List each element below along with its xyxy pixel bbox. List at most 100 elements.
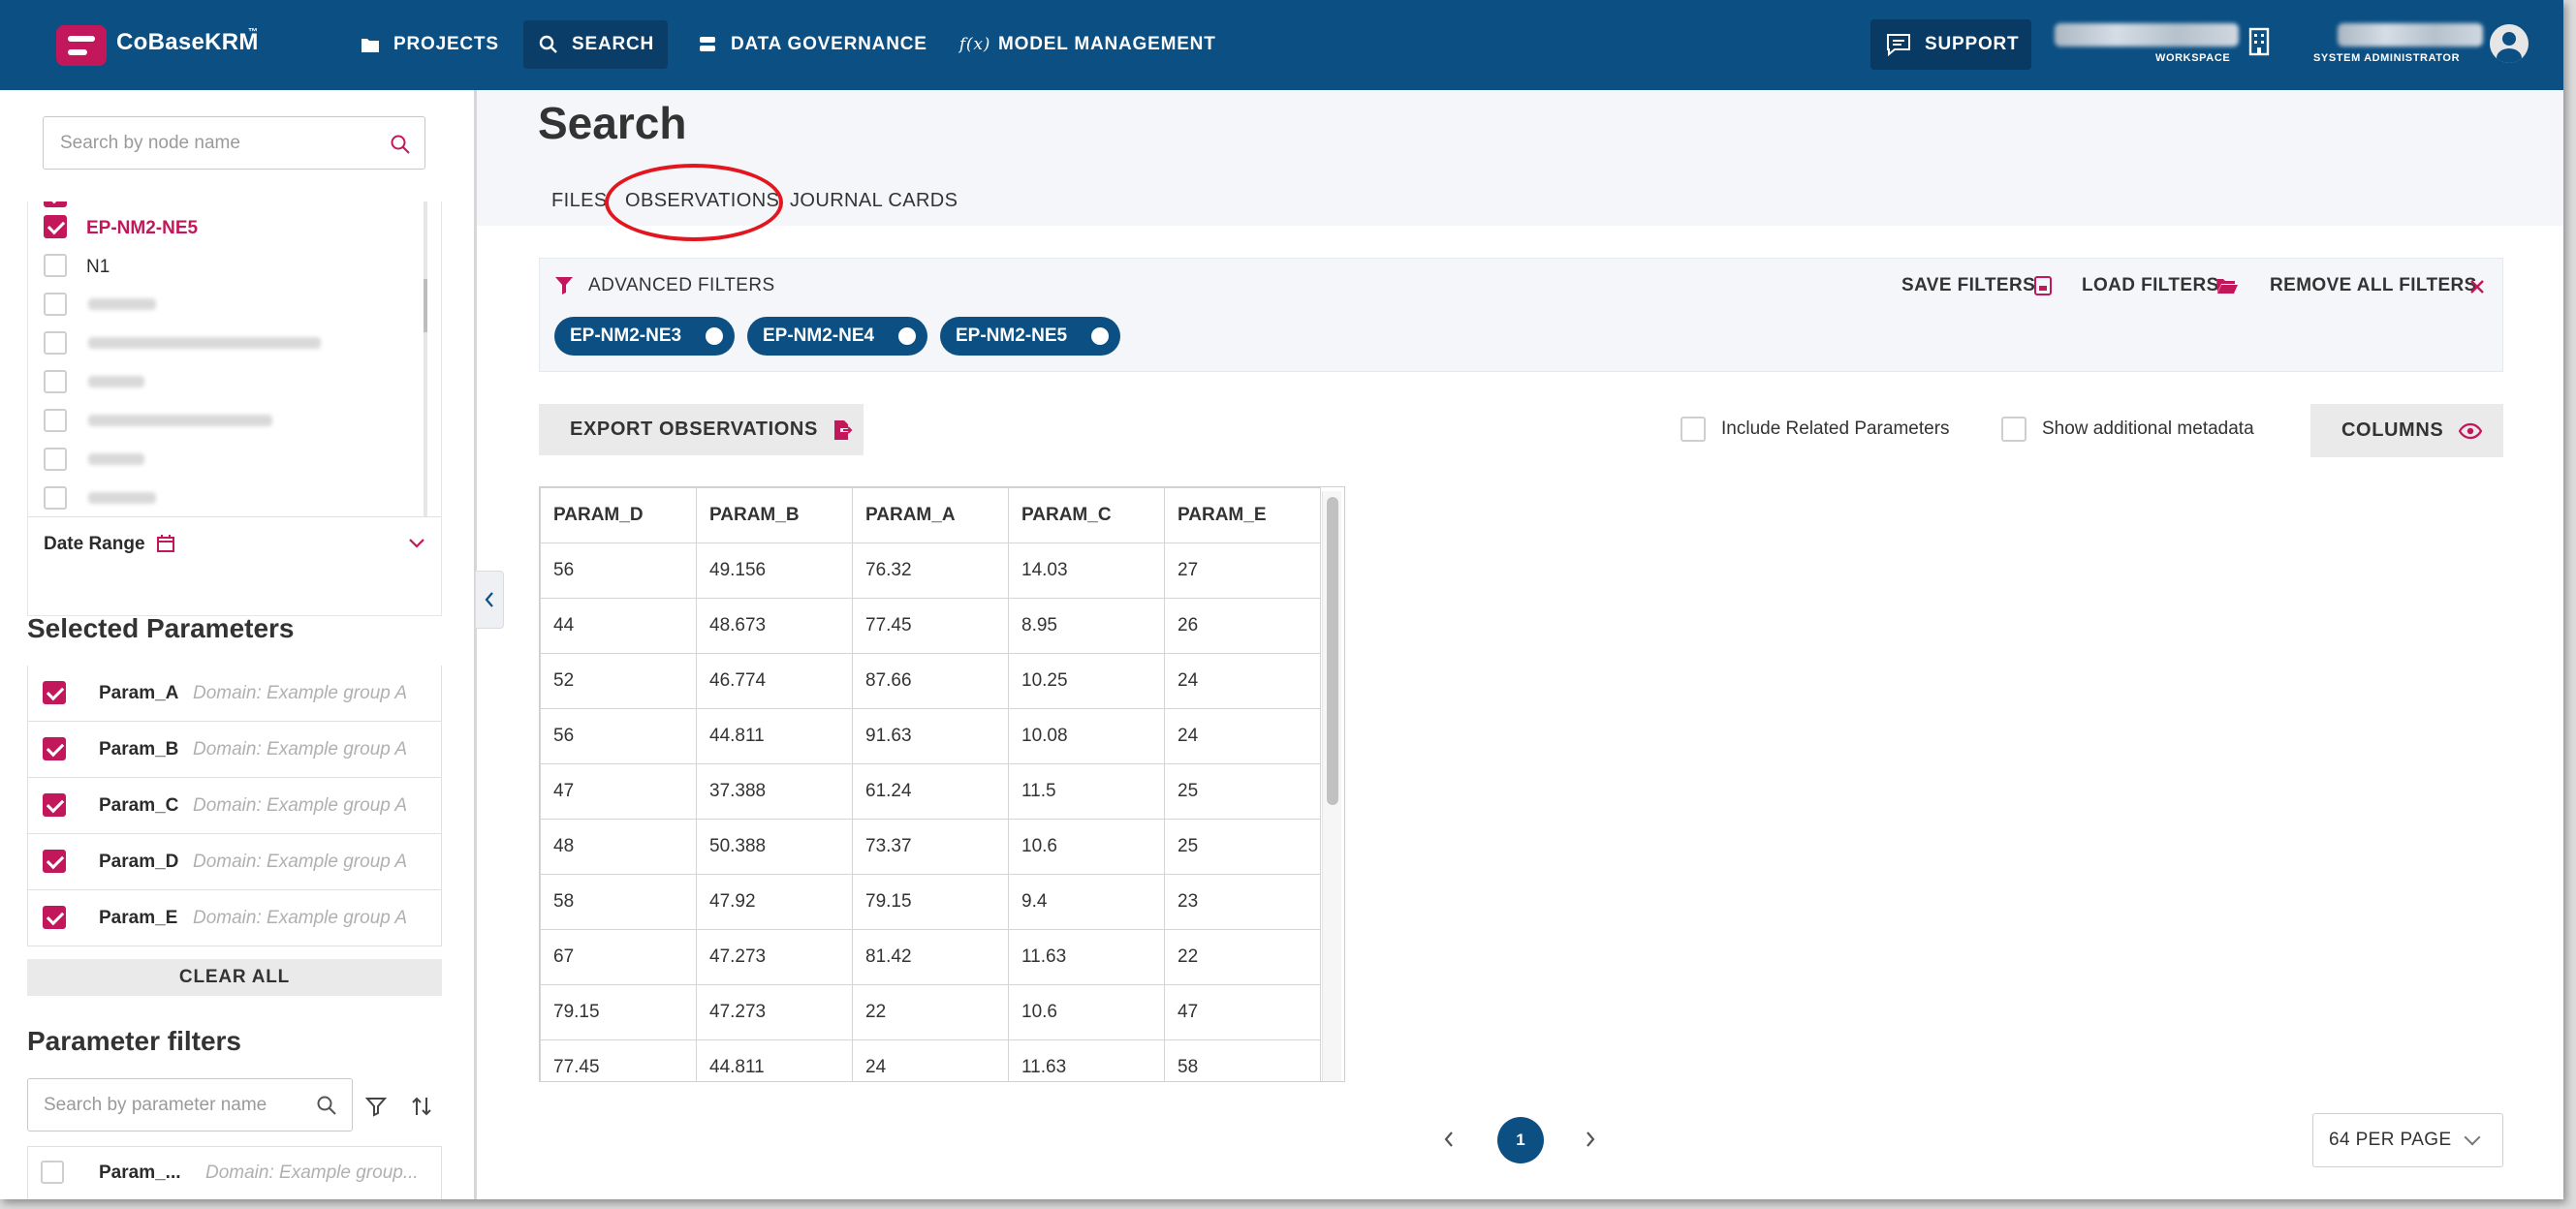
selected-parameter-row: Param_E Domain: Example group A <box>27 890 442 946</box>
tab-journal-cards[interactable]: JOURNAL CARDS <box>790 190 958 212</box>
parameter-search-input[interactable]: Search by parameter name <box>27 1078 353 1132</box>
node-list-scrollbar[interactable] <box>424 202 427 516</box>
table-cell: 11.63 <box>1008 929 1165 985</box>
filter-chip-label: EP-NM2-NE5 <box>956 326 1068 346</box>
node-label-n1[interactable]: N1 <box>86 257 110 278</box>
tab-files[interactable]: FILES <box>551 190 608 212</box>
columns-button[interactable]: COLUMNS <box>2310 404 2503 457</box>
export-observations-button[interactable]: EXPORT OBSERVATIONS <box>539 404 864 455</box>
date-range-dropdown[interactable]: Date Range <box>28 517 441 572</box>
show-metadata-checkbox[interactable] <box>2001 417 2026 442</box>
support-button[interactable]: SUPPORT <box>1870 19 2031 70</box>
table-row: 67 47.273 81.42 11.63 22 <box>540 929 1321 985</box>
page-button-current[interactable]: 1 <box>1497 1117 1544 1163</box>
nav-data-governance-label: DATA GOVERNANCE <box>731 34 927 54</box>
column-header[interactable]: PARAM_B <box>696 487 853 543</box>
column-header[interactable]: PARAM_A <box>852 487 1009 543</box>
table-scroll-thumb[interactable] <box>1327 497 1338 805</box>
node-label-redacted <box>88 453 144 465</box>
node-checkbox-redacted[interactable] <box>44 370 67 393</box>
node-search-input[interactable]: Search by node name <box>43 116 425 170</box>
node-checkbox-redacted[interactable] <box>44 293 67 316</box>
table-cell: 47.273 <box>696 929 853 985</box>
nav-search[interactable]: SEARCH <box>523 20 669 69</box>
table-row: 79.15 47.273 22 10.6 47 <box>540 984 1321 1040</box>
user-avatar-icon[interactable] <box>2490 24 2529 63</box>
table-cell: 10.25 <box>1008 653 1165 709</box>
table-cell: 22 <box>852 984 1009 1040</box>
table-cell: 47.273 <box>696 984 853 1040</box>
chevron-down-icon <box>2464 1129 2481 1146</box>
chip-toggle-icon[interactable] <box>1091 327 1109 345</box>
table-cell: 37.388 <box>696 763 853 820</box>
param-b-checkbox[interactable] <box>43 737 66 760</box>
node-checkbox-ep-nm2-ne5[interactable] <box>44 215 67 238</box>
collapse-sidebar-button[interactable] <box>475 571 504 629</box>
clear-all-button[interactable]: CLEAR ALL <box>27 959 442 996</box>
node-label-ep-nm2-ne5[interactable]: EP-NM2-NE5 <box>86 218 198 239</box>
nav-projects[interactable]: PROJECTS <box>345 20 513 69</box>
table-cell: 48.673 <box>696 598 853 654</box>
selected-parameter-row: Param_A Domain: Example group A <box>27 666 442 722</box>
filter-icon[interactable] <box>365 1096 387 1117</box>
load-filters-button[interactable]: LOAD FILTERS <box>2082 275 2219 296</box>
node-label-redacted <box>88 376 144 388</box>
search-icon <box>537 34 560 55</box>
column-header[interactable]: PARAM_E <box>1164 487 1321 543</box>
previous-page-icon[interactable] <box>1442 1130 1456 1149</box>
app-window: CoBaseKRM ™ PROJECTS SEARCH DATA GOVERNA… <box>0 0 2563 1199</box>
param-e-checkbox[interactable] <box>43 906 66 929</box>
table-cell: 26 <box>1164 598 1321 654</box>
table-cell: 56 <box>540 708 697 764</box>
per-page-select[interactable]: 64 PER PAGE <box>2312 1113 2503 1167</box>
table-cell: 58 <box>540 874 697 930</box>
table-scrollbar[interactable] <box>1322 491 1341 1081</box>
node-checkbox-n1[interactable] <box>44 254 67 277</box>
parameter-filter-checkbox[interactable] <box>41 1161 64 1184</box>
column-header[interactable]: PARAM_D <box>540 487 697 543</box>
table-cell: 24 <box>1164 708 1321 764</box>
save-icon[interactable] <box>2033 275 2053 296</box>
column-header[interactable]: PARAM_C <box>1008 487 1165 543</box>
remove-all-filters-button[interactable]: REMOVE ALL FILTERS <box>2270 275 2477 296</box>
node-checkbox-hidden[interactable] <box>44 202 67 207</box>
nav-model-management[interactable]: f(x) MODEL MANAGEMENT <box>950 20 1230 69</box>
user-name-redacted <box>2338 23 2483 46</box>
node-list-scroll-thumb[interactable] <box>424 279 427 332</box>
table-cell: 22 <box>1164 929 1321 985</box>
building-icon[interactable] <box>2248 27 2270 61</box>
folder-icon <box>359 34 382 55</box>
close-icon[interactable] <box>2469 279 2485 294</box>
node-checkbox-redacted[interactable] <box>44 486 67 510</box>
folder-open-icon[interactable] <box>2215 277 2239 294</box>
include-related-checkbox[interactable] <box>1681 417 1706 442</box>
node-checkbox-redacted[interactable] <box>44 331 67 355</box>
table-cell: 11.63 <box>1008 1039 1165 1081</box>
nav-data-governance[interactable]: DATA GOVERNANCE <box>682 20 941 69</box>
chip-toggle-icon[interactable] <box>706 327 723 345</box>
advanced-filters-label[interactable]: ADVANCED FILTERS <box>588 275 775 296</box>
next-page-icon[interactable] <box>1584 1130 1597 1149</box>
param-a-checkbox[interactable] <box>43 681 66 704</box>
table-row: 58 47.92 79.15 9.4 23 <box>540 874 1321 930</box>
include-related-label[interactable]: Include Related Parameters <box>1721 418 1950 440</box>
table-cell: 73.37 <box>852 819 1009 875</box>
param-c-checkbox[interactable] <box>43 793 66 817</box>
save-filters-button[interactable]: SAVE FILTERS <box>1901 275 2035 296</box>
filter-chip-label: EP-NM2-NE3 <box>570 326 682 346</box>
filter-chip[interactable]: EP-NM2-NE5 <box>940 317 1120 356</box>
table-cell: 79.15 <box>852 874 1009 930</box>
param-d-checkbox[interactable] <box>43 850 66 873</box>
workspace-name-redacted <box>2055 23 2239 46</box>
table-cell: 10.6 <box>1008 984 1165 1040</box>
show-metadata-label[interactable]: Show additional metadata <box>2042 418 2254 440</box>
sidebar-divider[interactable] <box>474 90 477 1199</box>
node-checkbox-redacted[interactable] <box>44 448 67 471</box>
filter-chip[interactable]: EP-NM2-NE4 <box>747 317 927 356</box>
sort-icon[interactable] <box>411 1096 432 1117</box>
filter-chip[interactable]: EP-NM2-NE3 <box>554 317 735 356</box>
param-domain: Domain: Example group... <box>205 1162 419 1183</box>
table-cell: 50.388 <box>696 819 853 875</box>
node-checkbox-redacted[interactable] <box>44 409 67 432</box>
chip-toggle-icon[interactable] <box>898 327 916 345</box>
